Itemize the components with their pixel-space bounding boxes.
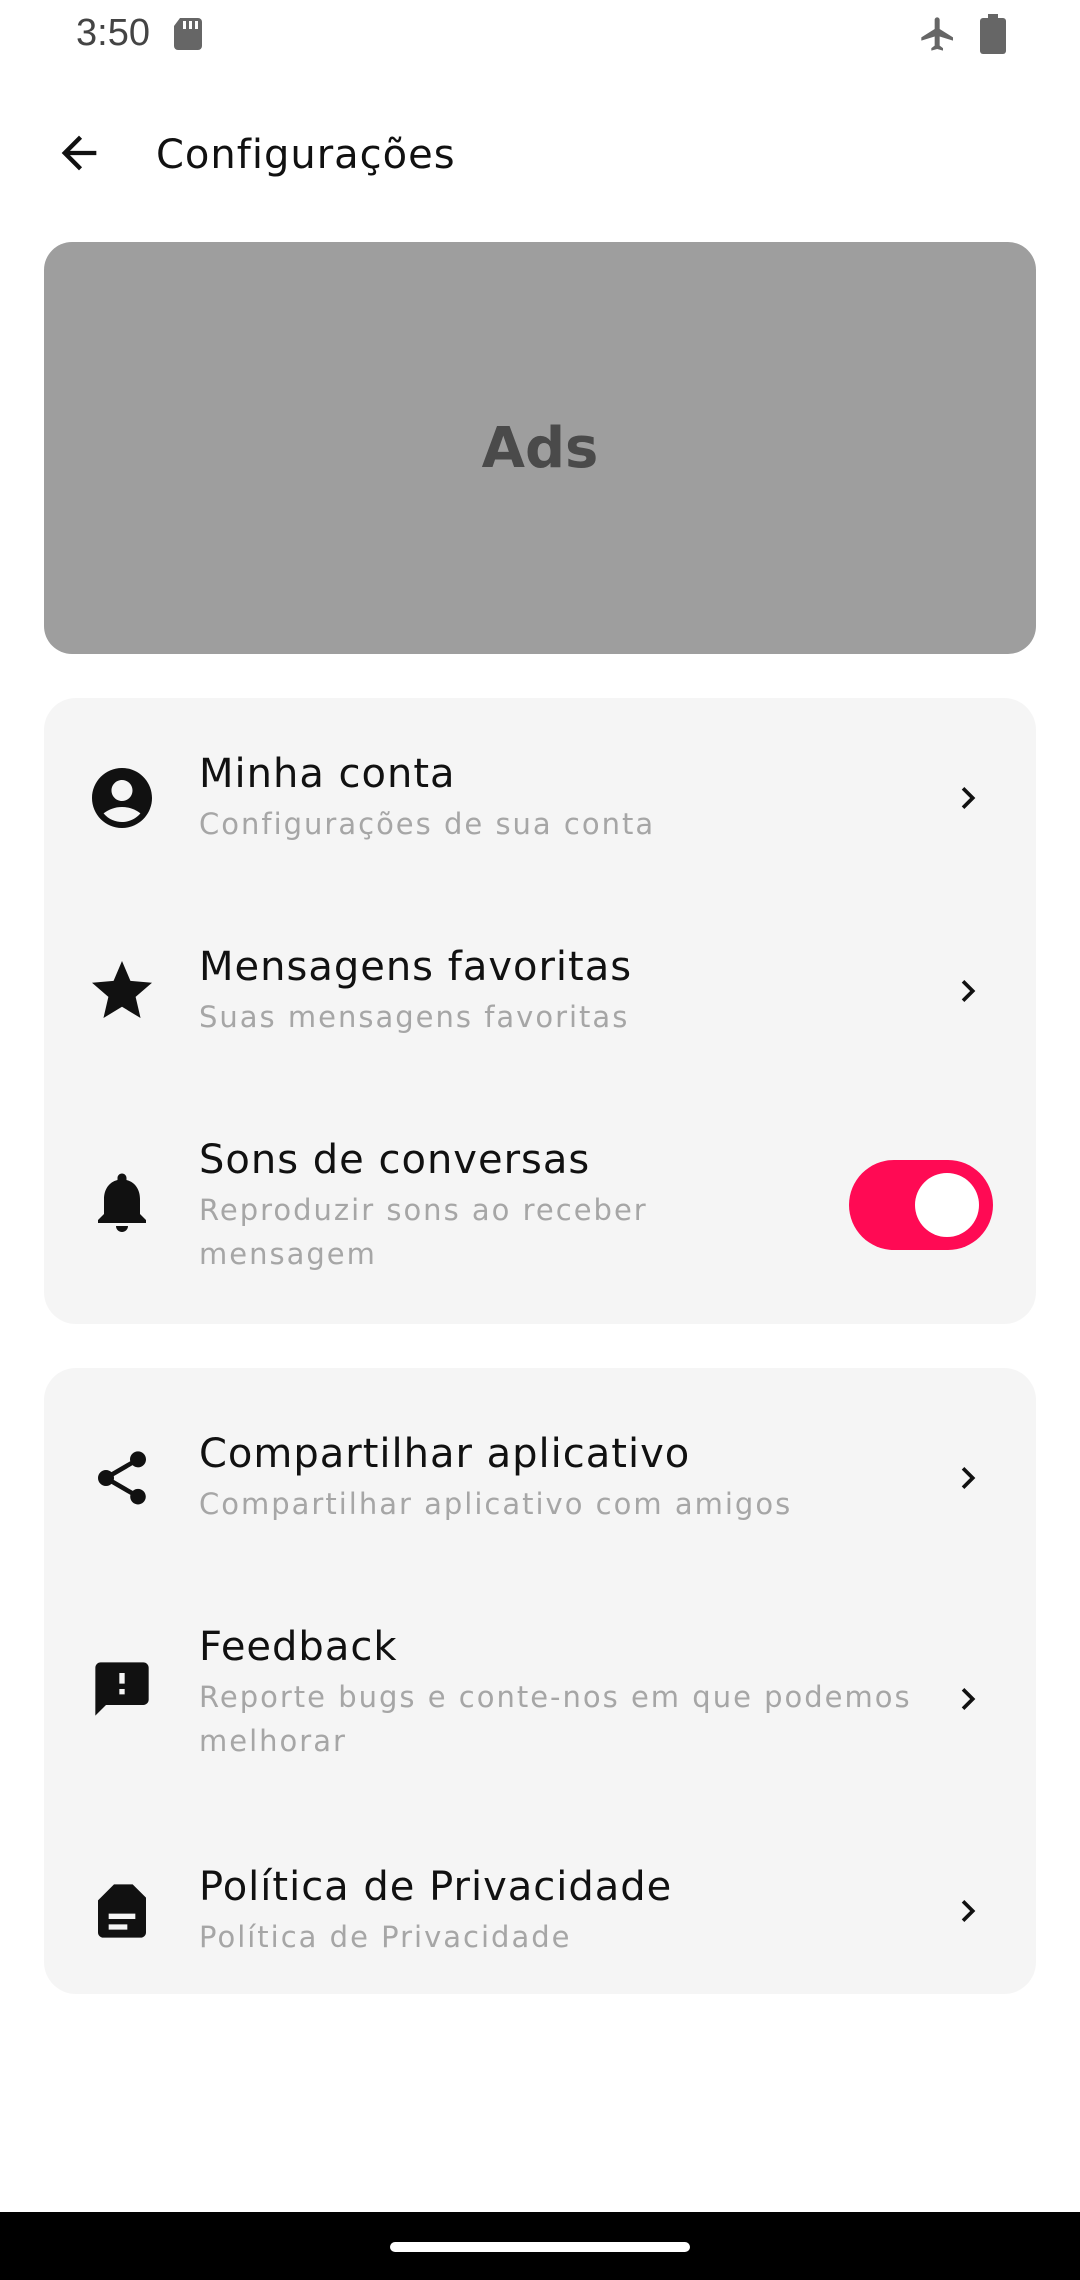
star-icon: [86, 955, 158, 1027]
top-app-bar: Configurações: [0, 110, 1080, 210]
arrow-back-icon: [53, 127, 105, 183]
ad-label: Ads: [481, 415, 599, 481]
airplane-mode-icon: [918, 14, 958, 54]
ad-banner[interactable]: Ads: [44, 242, 1036, 654]
item-title: Feedback: [199, 1624, 398, 1670]
home-gesture-handle[interactable]: [390, 2242, 690, 2252]
sd-card-icon: [174, 18, 202, 50]
item-subtitle: Configurações de sua conta: [199, 807, 656, 841]
item-subtitle: Reproduzir sons ao receber mensagem: [199, 1193, 648, 1271]
chevron-right-icon: [944, 1887, 992, 1935]
chat-sounds-toggle[interactable]: [849, 1160, 993, 1250]
item-title: Mensagens favoritas: [199, 944, 633, 990]
chevron-right-icon: [944, 1675, 992, 1723]
chevron-right-icon: [944, 1454, 992, 1502]
settings-card-app: Compartilhar aplicativo Compartilhar apl…: [44, 1368, 1036, 1994]
settings-item-privacy-policy[interactable]: Política de Privacidade Política de Priv…: [44, 1851, 1036, 1981]
settings-item-feedback[interactable]: Feedback Reporte bugs e conte-nos em que…: [44, 1611, 1036, 1791]
status-bar: 3:50: [0, 0, 1080, 72]
system-navigation-bar: [0, 2212, 1080, 2280]
settings-card-account: Minha conta Configurações de sua conta M…: [44, 698, 1036, 1324]
settings-item-share-app[interactable]: Compartilhar aplicativo Compartilhar apl…: [44, 1418, 1036, 1548]
back-button[interactable]: [44, 120, 114, 190]
chevron-right-icon: [944, 967, 992, 1015]
item-title: Compartilhar aplicativo: [199, 1431, 691, 1477]
item-subtitle: Reporte bugs e conte-nos em que podemos …: [199, 1680, 912, 1758]
item-title: Minha conta: [199, 751, 456, 797]
item-subtitle: Política de Privacidade: [199, 1920, 572, 1954]
item-title: Política de Privacidade: [199, 1864, 673, 1910]
feedback-icon: [86, 1653, 158, 1725]
document-icon: [86, 1875, 158, 1947]
item-subtitle: Suas mensagens favoritas: [199, 1000, 630, 1034]
page-title: Configurações: [156, 132, 456, 178]
status-time: 3:50: [76, 12, 150, 54]
battery-icon: [980, 14, 1006, 54]
settings-item-favorite-messages[interactable]: Mensagens favoritas Suas mensagens favor…: [44, 931, 1036, 1061]
toggle-knob: [915, 1173, 979, 1237]
settings-item-my-account[interactable]: Minha conta Configurações de sua conta: [44, 738, 1036, 868]
item-subtitle: Compartilhar aplicativo com amigos: [199, 1487, 793, 1521]
chevron-right-icon: [944, 774, 992, 822]
item-title: Sons de conversas: [199, 1137, 591, 1183]
share-icon: [86, 1442, 158, 1514]
bell-icon: [86, 1166, 158, 1238]
account-circle-icon: [86, 762, 158, 834]
